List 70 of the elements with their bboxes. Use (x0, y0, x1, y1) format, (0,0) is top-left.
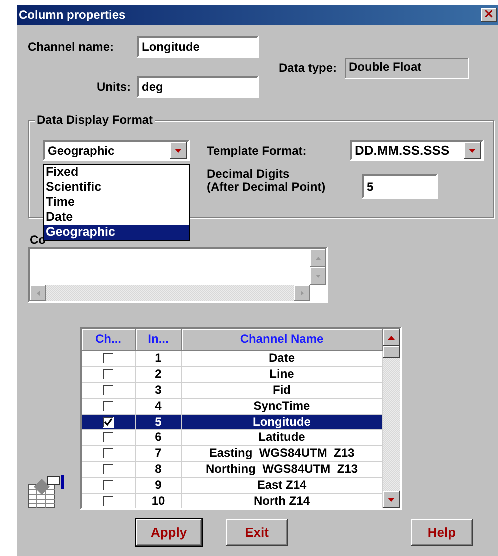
window-title: Column properties (19, 8, 126, 22)
table-row[interactable]: 7 Easting_WGS84UTM_Z13 (82, 446, 383, 462)
left-arrow-icon (36, 290, 40, 296)
field-label: Data type: (279, 61, 338, 75)
checkbox[interactable] (103, 368, 114, 380)
table-cell: 1 (136, 351, 182, 366)
scroll-left-button[interactable] (30, 285, 46, 301)
table-cell: 6 (136, 430, 182, 446)
table-row[interactable]: 1 Date (82, 351, 383, 367)
scroll-down-button[interactable] (310, 267, 326, 285)
column-header[interactable]: Ch... (82, 329, 136, 350)
checkbox[interactable] (103, 432, 114, 444)
field-label: Channel name: (28, 40, 116, 54)
checkbox[interactable] (103, 464, 114, 476)
units-field[interactable]: deg (137, 76, 259, 98)
decimal-digits-field[interactable]: 5 (362, 174, 438, 199)
dialog-button[interactable]: Help (411, 519, 473, 546)
close-button[interactable]: × (481, 8, 497, 22)
dropdown-option[interactable]: Geographic (44, 225, 189, 240)
dropdown-option[interactable]: Fixed (44, 165, 189, 180)
scroll-right-button[interactable] (294, 285, 310, 301)
down-arrow-icon (316, 274, 320, 278)
checkbox[interactable] (103, 480, 114, 492)
table-cell: 10 (136, 494, 182, 508)
data-type-field: Double Float (345, 58, 470, 78)
dropdown-option[interactable]: Scientific (44, 180, 189, 195)
field-label: Units: (96, 80, 131, 94)
table-cell: 8 (136, 462, 182, 478)
table-icon (28, 473, 66, 509)
dropdown-option[interactable]: Time (44, 195, 189, 210)
group-title: Data Display Format (35, 113, 156, 127)
table-cell: 3 (136, 382, 182, 398)
dropdown-arrow-icon (175, 148, 182, 152)
table-row[interactable]: 8 Northing_WGS84UTM_Z13 (82, 462, 383, 478)
checkbox[interactable] (103, 448, 114, 460)
right-arrow-icon (300, 290, 304, 296)
table-row[interactable]: 2 Line (82, 366, 383, 383)
table-row[interactable]: 9 East Z14 (82, 478, 383, 494)
up-arrow-icon (316, 256, 320, 260)
column-header[interactable]: In... (136, 329, 182, 350)
up-arrow-icon (388, 336, 395, 340)
table-cell: 7 (136, 446, 182, 462)
dialog-button[interactable]: Apply (136, 519, 202, 546)
table-cell: 5 (136, 414, 182, 430)
checkbox[interactable] (103, 384, 114, 396)
dropdown-option[interactable]: Date (44, 210, 189, 225)
checkbox[interactable] (103, 352, 114, 364)
template-dropdown[interactable]: DD.MM.SS.SSS (350, 140, 484, 161)
down-arrow-icon (388, 498, 395, 502)
checkbox[interactable] (103, 400, 114, 412)
checkbox[interactable] (103, 416, 114, 428)
dialog-button[interactable]: Exit (226, 519, 288, 546)
format-dropdown[interactable]: Geographic (43, 140, 190, 161)
scroll-thumb[interactable] (383, 346, 400, 358)
dropdown-arrow-icon (469, 148, 476, 152)
table-row[interactable]: 3 Fid (82, 382, 383, 399)
channel-name-field[interactable]: Longitude (137, 36, 259, 58)
formula-field[interactable] (28, 247, 328, 303)
table-row[interactable]: 6 Latitude (82, 430, 383, 446)
checkbox[interactable] (103, 496, 114, 507)
table-cell: 4 (136, 398, 182, 414)
table-row[interactable]: 5 Longitude (82, 414, 383, 430)
table-cell: 9 (136, 478, 182, 494)
table-row[interactable]: 10 North Z14 (82, 494, 383, 508)
scrollbar[interactable] (383, 329, 400, 508)
column-header[interactable]: Channel Name (182, 329, 383, 350)
scroll-up-button[interactable] (310, 249, 326, 267)
field-label: Template Format: (207, 144, 308, 158)
table-cell: 2 (136, 366, 182, 382)
field-label: Decimal Digits (After Decimal Point) (207, 168, 327, 194)
